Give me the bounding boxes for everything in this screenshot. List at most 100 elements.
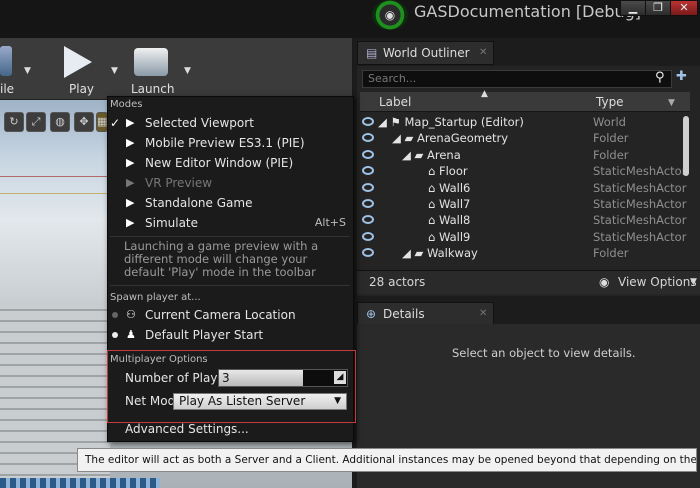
row-label: Wall8 [438,213,471,228]
compile-icon[interactable] [0,46,12,76]
advanced-settings-button[interactable]: Advanced Settings... [125,422,249,436]
radio-unselected-icon [112,312,118,318]
eye-icon[interactable] [362,166,374,176]
chevron-down-icon: ▼ [334,396,341,406]
outliner-row[interactable]: ◢ ▰ Arena Folder [360,147,682,163]
eye-icon[interactable] [362,133,374,143]
number-of-players-value[interactable]: 3 [222,371,230,385]
launch-button-label[interactable]: Launch [131,82,174,96]
eye-icon[interactable] [362,182,374,192]
row-type: Folder [593,246,629,261]
chevron-down-icon[interactable]: ▼ [111,66,118,76]
chevron-down-icon[interactable]: ▼ [690,277,697,287]
row-type: Folder [593,131,629,146]
modes-description: Launching a game preview with a differen… [124,239,319,279]
menu-item-new-editor-window[interactable]: ▶ New Editor Window (PIE) [108,153,352,173]
tab-world-outliner[interactable]: ▤ World Outliner ✕ [357,41,494,65]
tab-details[interactable]: ⊕ Details ✕ [357,302,494,326]
row-type: StaticMeshActor [593,229,687,244]
tab-world-outliner-label: World Outliner [383,46,470,60]
net-mode-dropdown[interactable]: Play As Listen Server ▼ [173,393,347,410]
menu-item-vr-preview: ▶ VR Preview [126,176,213,190]
globe-icon[interactable]: ◍ [50,112,70,132]
close-icon[interactable]: ✕ [479,42,487,64]
eye-icon[interactable] [362,117,374,126]
close-icon[interactable]: ✕ [479,303,487,325]
number-of-players-slider-fill[interactable] [219,370,303,386]
details-icon: ⊕ [366,307,377,321]
unreal-logo-icon: ◉ [372,0,408,30]
chevron-down-icon[interactable]: ▼ [184,66,191,76]
sort-ascending-icon: ▲ [481,89,488,99]
row-type: StaticMeshActor [593,180,687,195]
outliner-row[interactable]: ⌂ Wall6 StaticMeshActor [360,180,686,196]
tab-details-label: Details [383,307,425,321]
outliner-column-header: Label ▲ Type ▼ [360,89,690,112]
play-icon: ▶ [126,116,135,129]
row-label: Wall9 [438,229,471,244]
row-label: Wall7 [438,197,471,211]
row-type: World [593,115,626,129]
eye-icon[interactable] [362,231,374,241]
eye-icon[interactable]: ◉ [599,275,609,289]
outliner-row[interactable]: ⌂ Wall7 StaticMeshActor [360,196,686,212]
menu-divider [110,236,350,237]
mobile-preview-icon: ▶ [126,136,135,149]
details-empty-message: Select an object to view details. [452,346,636,360]
column-label-header[interactable]: Label [379,95,411,109]
checkmark-icon: ✓ [110,116,121,130]
eye-icon[interactable] [362,248,374,258]
row-type: StaticMeshActor [593,213,687,228]
standalone-icon: ▶ [126,196,135,209]
chevron-down-icon[interactable]: ▼ [24,66,31,76]
eye-icon[interactable] [362,199,374,208]
surface-snap-icon[interactable]: ✥ [74,112,94,132]
menu-item-selected-viewport[interactable]: ✓ ▶ Selected Viewport [108,113,352,133]
rotate-icon[interactable]: ↻ [4,112,24,132]
net-mode-tooltip: The editor will act as both a Server and… [77,448,697,472]
simulate-icon: ▶ [126,216,135,229]
outliner-status-bar: 28 actors ◉ View Options ▼ [357,270,700,294]
outliner-row[interactable]: ⌂ Floor StaticMeshActor [360,163,686,179]
outliner-row[interactable]: ⌂ Wall8 StaticMeshActor [360,212,686,228]
chevron-down-icon[interactable]: ▼ [668,98,675,108]
outliner-row[interactable]: ◢ ▰ ArenaGeometry Folder [360,130,682,146]
search-icon[interactable]: ⚲ [655,70,665,85]
actor-count: 28 actors [369,275,426,289]
view-options-button[interactable]: View Options [618,275,697,289]
eye-icon[interactable] [362,215,374,225]
eye-icon[interactable] [362,149,374,159]
outliner-search-input[interactable]: Search... [362,70,672,88]
resize-icon[interactable]: ◢ [334,371,346,384]
compile-button-label[interactable]: ile [0,82,14,96]
row-label: Wall6 [438,180,471,195]
menu-item-mobile-preview[interactable]: ▶ Mobile Preview ES3.1 (PIE) [108,133,352,153]
menu-divider [110,285,350,286]
menu-item-current-camera-location[interactable]: ⚇ Current Camera Location [108,305,352,325]
outliner-row[interactable]: ⌂ Wall9 StaticMeshActor [360,229,686,245]
add-actor-icon[interactable]: ✚ [676,69,687,84]
play-button-label[interactable]: Play [69,82,94,96]
launch-icon[interactable] [134,48,168,76]
outliner-row[interactable]: ◢ ▰ Walkway Folder [360,245,682,261]
scale-icon[interactable]: ⤢ [26,112,46,132]
viewport-bottom-strip [0,478,160,488]
row-type: StaticMeshActor [593,164,687,179]
column-type-header[interactable]: Type [596,95,624,109]
menu-item-default-player-start[interactable]: ♟ Default Player Start [108,325,352,345]
row-type: StaticMeshActor [593,197,687,211]
menu-item-simulate[interactable]: ▶ Simulate Alt+S [108,213,352,233]
close-button[interactable]: ✕ [670,0,698,16]
outliner-scrollbar[interactable] [683,116,689,176]
minimize-button[interactable]: ▁ [620,0,646,16]
camera-icon: ⚇ [126,308,136,321]
row-label: ArenaGeometry [417,131,509,146]
restore-button[interactable]: ❐ [645,0,671,16]
menu-item-standalone-game[interactable]: ▶ Standalone Game [108,193,352,213]
player-start-icon: ♟ [126,328,136,341]
row-label: Floor [438,164,468,179]
play-icon[interactable] [64,46,92,78]
row-label: Walkway [427,246,478,261]
outliner-row[interactable]: ◢ ⚑ Map_Startup (Editor) World [360,114,682,130]
multiplayer-section-header: Multiplayer Options [110,354,208,365]
